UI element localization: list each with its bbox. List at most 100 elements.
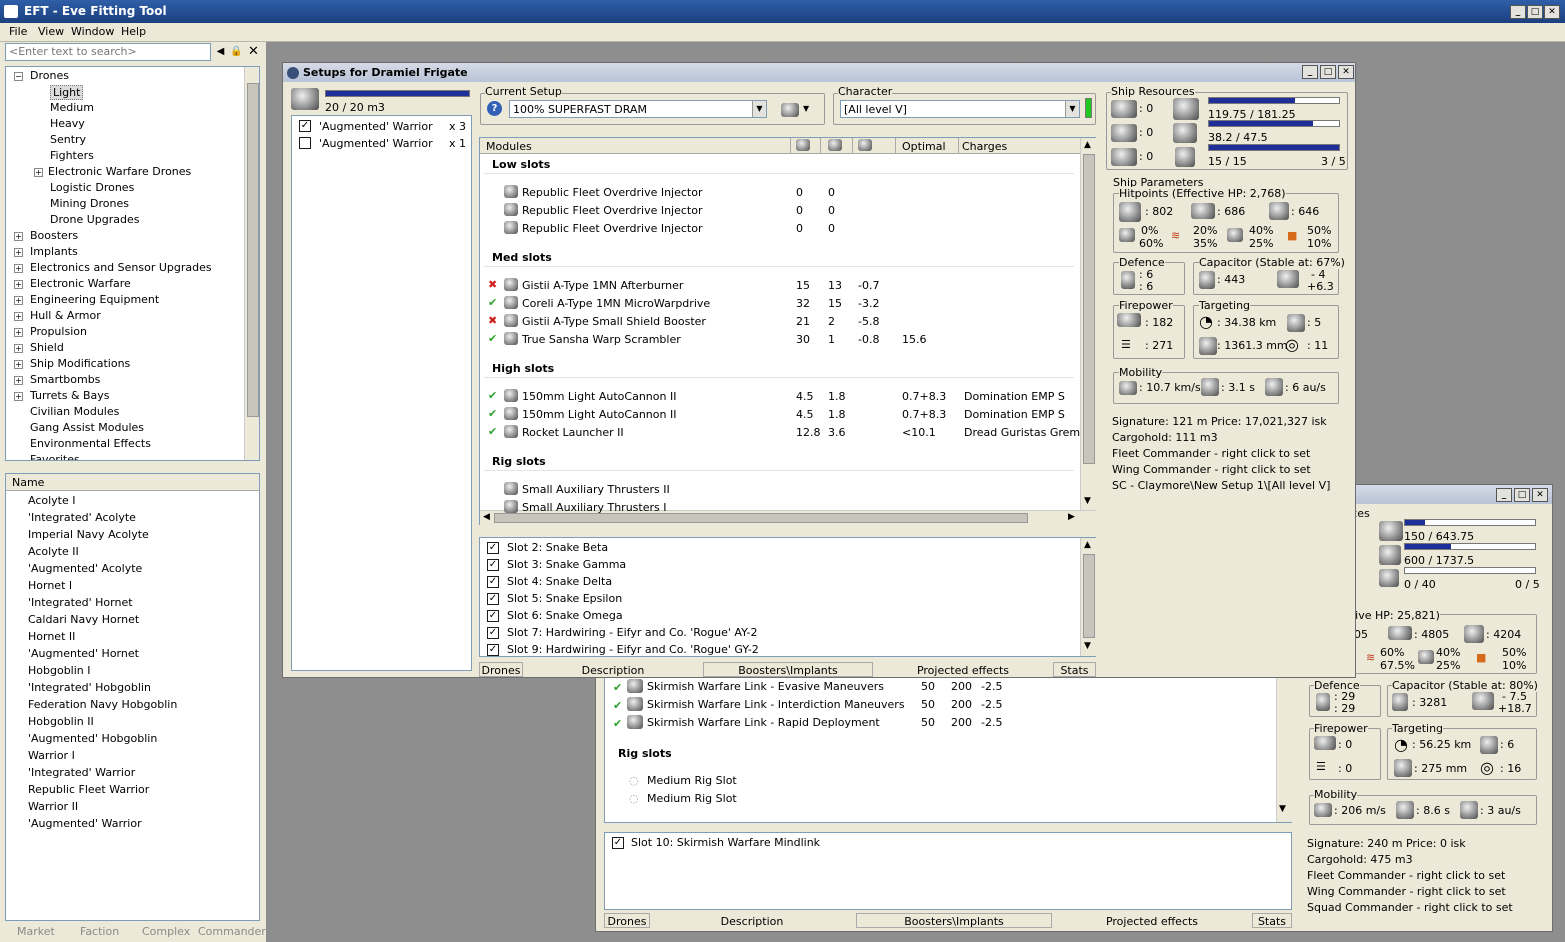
expand-toggle-icon[interactable]: + xyxy=(14,376,23,385)
tree-scroll-thumb[interactable] xyxy=(247,83,259,417)
list-item[interactable]: Hobgoblin II xyxy=(28,715,94,728)
chevron-down-icon[interactable]: ▼ xyxy=(803,104,809,113)
tab-projected-effects[interactable]: Projected effects xyxy=(1054,913,1250,928)
tree-item[interactable]: Drone Upgrades xyxy=(50,213,139,226)
implant-name[interactable]: Slot 9: Hardwiring - Eifyr and Co. 'Rogu… xyxy=(507,643,759,656)
module-name[interactable]: Gistii A-Type 1MN Afterburner xyxy=(522,279,683,292)
front-close-button[interactable]: ✕ xyxy=(1338,65,1354,79)
implant-checkbox[interactable]: ✓ xyxy=(487,559,499,571)
front-minimize-button[interactable]: _ xyxy=(1302,65,1318,79)
tab-projected-effects[interactable]: Projected effects xyxy=(875,662,1051,677)
expand-toggle-icon[interactable]: + xyxy=(14,280,23,289)
tree-item[interactable]: Logistic Drones xyxy=(50,181,134,194)
back-modules-scrollbar[interactable]: ▼ xyxy=(1276,676,1292,822)
tree-item[interactable]: Electronics and Sensor Upgrades xyxy=(30,261,212,274)
module-name[interactable]: 150mm Light AutoCannon II xyxy=(522,408,676,421)
modules-hscroll-thumb[interactable] xyxy=(494,513,1028,523)
tree-item[interactable]: Drones xyxy=(30,69,69,82)
scroll-down-icon[interactable]: ▼ xyxy=(1084,496,1091,506)
tab-faction[interactable]: Faction xyxy=(80,925,119,938)
col-optimal[interactable]: Optimal xyxy=(902,140,946,153)
search-input[interactable]: <Enter text to search> xyxy=(5,43,211,61)
implant-name[interactable]: Slot 2: Snake Beta xyxy=(507,541,608,554)
list-item[interactable]: Warrior I xyxy=(28,749,75,762)
tree-item[interactable]: Favorites xyxy=(30,453,80,460)
tree-item[interactable]: Gang Assist Modules xyxy=(30,421,144,434)
implant-name[interactable]: Slot 7: Hardwiring - Eifyr and Co. 'Rogu… xyxy=(507,626,757,639)
module-name[interactable]: Republic Fleet Overdrive Injector xyxy=(522,222,703,235)
tab-market[interactable]: Market xyxy=(17,925,55,938)
expand-toggle-icon[interactable]: − xyxy=(14,72,23,81)
tab-description[interactable]: Description xyxy=(525,662,701,677)
col-modules[interactable]: Modules xyxy=(486,140,532,153)
implant-checkbox[interactable]: ✓ xyxy=(487,542,499,554)
tree-item[interactable]: Environmental Effects xyxy=(30,437,151,450)
module-name[interactable]: Small Auxiliary Thrusters II xyxy=(522,483,670,496)
tree-item[interactable]: Mining Drones xyxy=(50,197,129,210)
menu-window[interactable]: Window xyxy=(71,25,114,38)
expand-toggle-icon[interactable]: + xyxy=(14,328,23,337)
list-item[interactable]: 'Integrated' Warrior xyxy=(28,766,135,779)
scroll-right-icon[interactable]: ▶ xyxy=(1068,512,1075,522)
tree-item[interactable]: Shield xyxy=(30,341,64,354)
expand-toggle-icon[interactable]: + xyxy=(14,296,23,305)
expand-toggle-icon[interactable]: + xyxy=(14,344,23,353)
list-item[interactable]: 'Augmented' Warrior xyxy=(28,817,142,830)
drone-checkbox[interactable] xyxy=(299,137,311,149)
modules-scrollbar[interactable]: ▲ ▼ xyxy=(1080,138,1096,510)
module-charge[interactable]: Domination EMP S xyxy=(964,390,1065,403)
list-item[interactable]: 'Augmented' Hornet xyxy=(28,647,139,660)
ship-menu-icon[interactable] xyxy=(781,103,799,117)
menu-view[interactable]: View xyxy=(38,25,64,38)
squad-commander[interactable]: Squad Commander - right click to set xyxy=(1307,901,1513,914)
tree-item[interactable]: Civilian Modules xyxy=(30,405,119,418)
tab-stats[interactable]: Stats xyxy=(1053,662,1096,677)
front-maximize-button[interactable]: □ xyxy=(1320,65,1336,79)
list-item[interactable]: Republic Fleet Warrior xyxy=(28,783,149,796)
list-item[interactable]: Hobgoblin I xyxy=(28,664,91,677)
implant-checkbox[interactable]: ✓ xyxy=(487,627,499,639)
list-item[interactable]: 'Integrated' Acolyte xyxy=(28,511,136,524)
expand-toggle-icon[interactable]: + xyxy=(14,392,23,401)
tree-item[interactable]: Engineering Equipment xyxy=(30,293,159,306)
drone-name[interactable]: 'Augmented' Warrior xyxy=(319,120,433,133)
implant-name[interactable]: Slot 5: Snake Epsilon xyxy=(507,592,622,605)
tree-item[interactable]: Ship Modifications xyxy=(30,357,130,370)
list-item[interactable]: Hornet I xyxy=(28,579,72,592)
rig-slot[interactable]: Medium Rig Slot xyxy=(647,792,737,805)
menu-help[interactable]: Help xyxy=(121,25,146,38)
capacitor-col-icon[interactable] xyxy=(858,139,872,151)
list-item[interactable]: 'Integrated' Hornet xyxy=(28,596,133,609)
implant-checkbox[interactable]: ✓ xyxy=(487,610,499,622)
expand-toggle-icon[interactable]: + xyxy=(14,360,23,369)
drone-checkbox[interactable]: ✓ xyxy=(299,120,311,132)
tree-item[interactable]: Smartbombs xyxy=(30,373,100,386)
tab-boosters-implants[interactable]: Boosters\Implants xyxy=(856,913,1052,928)
minimize-button[interactable]: _ xyxy=(1510,5,1526,19)
expand-toggle-icon[interactable]: + xyxy=(14,232,23,241)
implants-scroll-thumb[interactable] xyxy=(1083,554,1095,638)
module-name[interactable]: Gistii A-Type Small Shield Booster xyxy=(522,315,706,328)
rig-slot[interactable]: Medium Rig Slot xyxy=(647,774,737,787)
tree-item[interactable]: Propulsion xyxy=(30,325,87,338)
back-close-button[interactable]: ✕ xyxy=(1532,488,1548,502)
squad-commander-setup[interactable]: SC - Claymore\New Setup 1\[All level V] xyxy=(1112,479,1330,492)
implant-checkbox[interactable]: ✓ xyxy=(612,837,624,849)
list-item[interactable]: Acolyte II xyxy=(28,545,79,558)
tree-item[interactable]: Hull & Armor xyxy=(30,309,101,322)
fleet-commander[interactable]: Fleet Commander - right click to set xyxy=(1307,869,1505,882)
clear-search-icon[interactable]: ✕ xyxy=(246,44,261,60)
expand-toggle-icon[interactable]: + xyxy=(14,248,23,257)
scroll-left-icon[interactable]: ◀ xyxy=(483,512,490,522)
list-item[interactable]: Federation Navy Hobgoblin xyxy=(28,698,177,711)
list-item[interactable]: Caldari Navy Hornet xyxy=(28,613,139,626)
tab-complex[interactable]: Complex xyxy=(142,925,190,938)
tab-drones[interactable]: Drones xyxy=(479,662,523,677)
implant-checkbox[interactable]: ✓ xyxy=(487,576,499,588)
tree-item[interactable]: Heavy xyxy=(50,117,85,130)
tab-stats[interactable]: Stats xyxy=(1252,913,1292,928)
tree-item[interactable]: Implants xyxy=(30,245,78,258)
list-item[interactable]: Acolyte I xyxy=(28,494,76,507)
menu-file[interactable]: File xyxy=(9,25,27,38)
fleet-commander[interactable]: Fleet Commander - right click to set xyxy=(1112,447,1310,460)
